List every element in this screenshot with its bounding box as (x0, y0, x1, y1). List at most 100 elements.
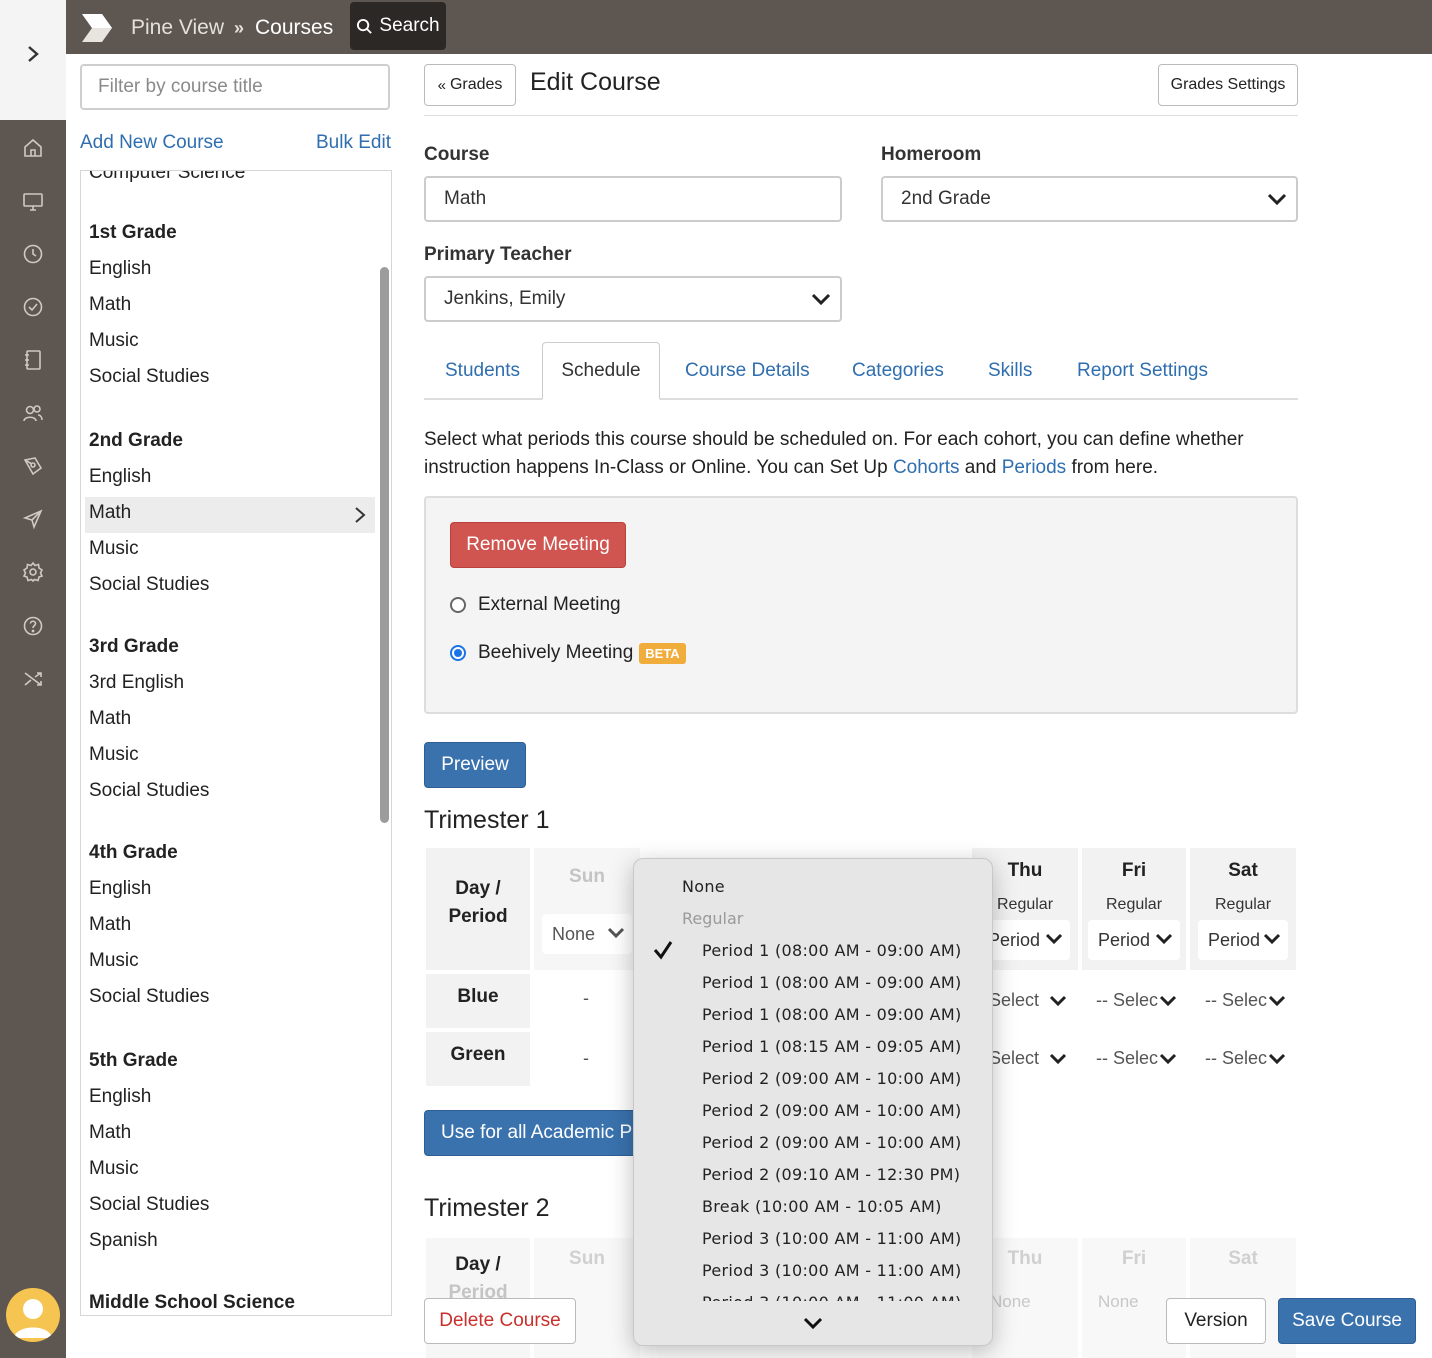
course-list-item[interactable]: Math (89, 1115, 131, 1151)
course-list-item[interactable]: Music (89, 737, 139, 773)
primary-teacher-select[interactable]: Jenkins, Emily (424, 276, 842, 322)
course-group-heading[interactable]: 2nd Grade (89, 423, 183, 459)
beehively-meeting-radio[interactable] (450, 645, 466, 661)
description-and: and (964, 457, 997, 478)
course-list-item[interactable]: Social Studies (89, 359, 209, 395)
tab-skills[interactable]: Skills (988, 342, 1032, 400)
version-button[interactable]: Version (1166, 1298, 1266, 1344)
sat-blue-cohort-select[interactable]: -- Select (1205, 990, 1289, 1014)
dropdown-option[interactable]: Period 1 (08:00 AM - 09:00 AM) (702, 941, 962, 960)
gear-icon[interactable] (21, 560, 45, 584)
course-list-item[interactable]: Social Studies (89, 1187, 209, 1223)
dropdown-option[interactable]: Break (10:00 AM - 10:05 AM) (702, 1197, 942, 1216)
course-list-item[interactable]: Social Studies (89, 979, 209, 1015)
remove-meeting-button[interactable]: Remove Meeting (450, 522, 626, 568)
course-list-item[interactable]: 3rd English (89, 665, 184, 701)
expand-rail-icon[interactable] (22, 42, 44, 66)
course-list-item[interactable]: Computer Science (89, 171, 245, 191)
notebook-icon[interactable] (21, 348, 45, 372)
cohorts-link[interactable]: Cohorts (893, 457, 960, 478)
course-list-item[interactable]: English (89, 871, 151, 907)
search-button[interactable]: Search (350, 2, 446, 50)
grades-settings-button[interactable]: Grades Settings (1158, 64, 1298, 106)
periods-link[interactable]: Periods (1002, 457, 1066, 478)
tab-categories[interactable]: Categories (852, 342, 944, 400)
course-list-item[interactable]: English (89, 1079, 151, 1115)
dropdown-option[interactable]: Period 1 (08:15 AM - 09:05 AM) (702, 1037, 962, 1056)
home-icon[interactable] (21, 136, 45, 160)
course-list-item-selected[interactable]: Math (89, 495, 131, 531)
dropdown-option[interactable]: Period 2 (09:10 AM - 12:30 PM) (702, 1165, 960, 1184)
check-circle-icon[interactable] (21, 295, 45, 319)
dropdown-option[interactable]: Period 2 (09:00 AM - 10:00 AM) (702, 1069, 962, 1088)
app-logo-icon[interactable] (80, 12, 114, 44)
course-list-item[interactable]: Music (89, 1151, 139, 1187)
course-list-item[interactable]: English (89, 251, 151, 287)
course-list-item[interactable]: Spanish (89, 1223, 158, 1259)
use-for-all-periods-button[interactable]: Use for all Academic Pe (424, 1110, 664, 1156)
user-avatar[interactable] (6, 1288, 60, 1342)
fri-blue-cohort-select[interactable]: -- Select (1096, 990, 1180, 1014)
course-group-heading[interactable]: 3rd Grade (89, 629, 179, 665)
course-list-item[interactable]: Social Studies (89, 773, 209, 809)
dropdown-option[interactable]: Period 2 (09:00 AM - 10:00 AM) (702, 1133, 962, 1152)
homeroom-select[interactable]: 2nd Grade (881, 176, 1298, 222)
external-meeting-option[interactable]: External Meeting (450, 594, 621, 616)
clock-icon[interactable] (21, 242, 45, 266)
dropdown-option[interactable]: Period 1 (08:00 AM - 09:00 AM) (702, 973, 962, 992)
dropdown-option[interactable]: Period 1 (08:00 AM - 09:00 AM) (702, 1005, 962, 1024)
scroll-down-chevron-icon[interactable] (802, 1315, 824, 1331)
sat-period-select[interactable]: Period (1198, 920, 1288, 960)
tab-schedule[interactable]: Schedule (542, 342, 660, 400)
dropdown-option[interactable]: Period 3 (10:00 AM - 11:00 AM) (702, 1261, 962, 1280)
course-list-item[interactable]: Math (89, 907, 131, 943)
period-dropdown-menu[interactable]: None Regular Period 1 (08:00 AM - 09:00 … (633, 858, 993, 1346)
dropdown-option-none[interactable]: None (682, 877, 725, 896)
thu-blue-cohort-select[interactable]: -- Select (986, 990, 1070, 1014)
tab-report-settings[interactable]: Report Settings (1077, 342, 1208, 400)
thu-period-select[interactable]: Period (980, 920, 1070, 960)
course-list-item[interactable]: Social Studies (89, 567, 209, 603)
save-course-button[interactable]: Save Course (1278, 1298, 1416, 1344)
fri-period-select[interactable]: Period (1088, 920, 1180, 960)
course-list-item[interactable]: Music (89, 531, 139, 567)
sat-green-cohort-select[interactable]: -- Select (1205, 1048, 1289, 1072)
delete-course-button[interactable]: Delete Course (424, 1298, 576, 1344)
sun-period-select[interactable]: None (542, 914, 632, 954)
breadcrumb-school[interactable]: Pine View (131, 16, 224, 40)
thu-green-cohort-select[interactable]: -- Select (986, 1048, 1070, 1072)
people-icon[interactable] (21, 401, 45, 425)
course-group-heading[interactable]: 5th Grade (89, 1043, 178, 1079)
dropdown-option[interactable]: Period 3 (10:00 AM - 11:00 AM) (702, 1229, 962, 1248)
preview-button[interactable]: Preview (424, 742, 526, 788)
external-meeting-radio[interactable] (450, 597, 466, 613)
course-group-heading[interactable]: 1st Grade (89, 215, 177, 251)
shuffle-icon[interactable] (21, 667, 45, 691)
course-name-input[interactable]: Math (424, 176, 842, 222)
add-new-course-link[interactable]: Add New Course (80, 132, 224, 154)
bulk-edit-link[interactable]: Bulk Edit (316, 132, 391, 154)
tab-course-details[interactable]: Course Details (685, 342, 810, 400)
beehively-meeting-option[interactable]: Beehively Meeting BETA (450, 642, 686, 664)
monitor-icon[interactable] (21, 189, 45, 213)
dropdown-option[interactable]: Period 2 (09:00 AM - 10:00 AM) (702, 1101, 962, 1120)
sun-green-empty: - (583, 1048, 589, 1068)
course-list-item[interactable]: Music (89, 323, 139, 359)
tab-students[interactable]: Students (445, 342, 520, 400)
course-list-item[interactable]: Music (89, 943, 139, 979)
fri-green-cohort-select[interactable]: -- Select (1096, 1048, 1180, 1072)
help-icon[interactable] (21, 614, 45, 638)
course-group-heading[interactable]: 4th Grade (89, 835, 178, 871)
fri-label: Fri (1121, 860, 1147, 881)
back-to-grades-button[interactable]: « Grades (424, 64, 516, 106)
chevron-down-icon (1048, 1051, 1068, 1067)
dropdown-option[interactable]: Period 3 (10:00 AM - 11:00 AM) (702, 1293, 962, 1301)
course-filter-input[interactable] (80, 64, 390, 110)
send-icon[interactable] (21, 507, 45, 531)
course-list-item[interactable]: Math (89, 701, 131, 737)
course-group-heading[interactable]: Middle School Science (89, 1285, 295, 1315)
course-list-item[interactable]: Math (89, 287, 131, 323)
course-list-item[interactable]: English (89, 459, 151, 495)
course-list-scrollbar[interactable] (380, 267, 389, 823)
pen-icon[interactable] (21, 454, 45, 478)
